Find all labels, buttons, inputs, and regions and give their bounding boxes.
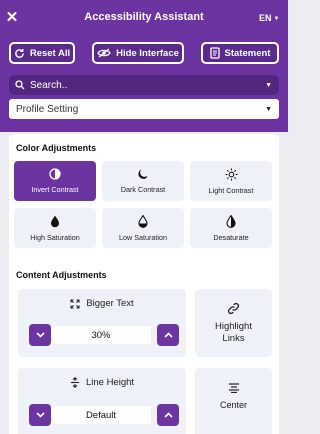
line-height-icon — [70, 377, 79, 388]
align-center-icon — [228, 383, 239, 393]
language-selector[interactable]: EN ▼ — [259, 13, 279, 23]
bigger-text-card: Bigger Text 30% — [18, 289, 186, 357]
half-drop-icon — [226, 214, 236, 228]
invert-contrast-label: Invert Contrast — [31, 185, 79, 194]
decrease-text-button[interactable] — [29, 324, 51, 346]
invert-contrast-tile[interactable]: Invert Contrast — [14, 161, 96, 201]
increase-text-button[interactable] — [157, 324, 179, 346]
bigger-text-label: Bigger Text — [86, 298, 134, 309]
line-height-label: Line Height — [85, 377, 135, 388]
document-icon — [209, 47, 220, 59]
settings-panel: Color Adjustments Invert Contrast Dark C… — [9, 134, 279, 434]
chevron-up-icon — [163, 412, 173, 418]
line-height-value: Default — [51, 406, 151, 424]
high-saturation-label: High Saturation — [30, 232, 80, 242]
drop-filled-icon — [51, 215, 59, 227]
search-input[interactable]: Search.. ▼ — [9, 75, 279, 95]
chevron-down-icon — [35, 412, 45, 418]
center-label: Center — [219, 400, 247, 410]
drop-half-icon — [138, 214, 148, 228]
light-contrast-tile[interactable]: Light Contrast — [190, 161, 272, 201]
search-icon — [15, 80, 25, 90]
statement-button[interactable]: Statement — [201, 42, 279, 64]
increase-line-height-button[interactable] — [157, 404, 179, 426]
highlight-links-tile[interactable]: Highlight Links — [195, 289, 272, 357]
chevron-down-icon — [35, 332, 45, 338]
chevron-down-icon: ▼ — [265, 105, 272, 113]
high-saturation-tile[interactable]: High Saturation — [14, 208, 96, 248]
highlight-links-label-line1: Highlight — [215, 320, 252, 332]
highlight-links-label-line2: Links — [222, 332, 245, 344]
light-contrast-label: Light Contrast — [208, 185, 254, 195]
decrease-line-height-button[interactable] — [29, 404, 51, 426]
search-placeholder: Search.. — [30, 79, 68, 91]
eye-off-icon — [97, 48, 111, 58]
low-saturation-tile[interactable]: Low Saturation — [102, 208, 184, 248]
header-bar: ✕ Accessibility Assistant EN ▼ Reset All … — [0, 0, 288, 132]
chevron-down-icon[interactable]: ▼ — [265, 82, 272, 89]
profile-select-value: Profile Setting — [16, 103, 79, 115]
sun-icon — [224, 167, 238, 181]
close-icon[interactable]: ✕ — [5, 10, 19, 26]
reset-all-label: Reset All — [29, 47, 71, 59]
content-adjustments-heading: Content Adjustments — [16, 270, 107, 280]
desaturate-tile[interactable]: Desaturate — [190, 208, 272, 248]
hide-interface-label: Hide Interface — [116, 47, 179, 59]
dark-contrast-label: Dark Contrast — [120, 185, 166, 194]
refresh-icon — [15, 48, 24, 58]
half-circle-icon — [49, 168, 61, 180]
caret-down-icon: ▼ — [273, 15, 280, 22]
low-saturation-label: Low Saturation — [119, 232, 167, 242]
chevron-up-icon — [163, 332, 173, 338]
hide-interface-button[interactable]: Hide Interface — [92, 42, 184, 64]
dark-contrast-tile[interactable]: Dark Contrast — [102, 161, 184, 201]
reset-all-button[interactable]: Reset All — [9, 42, 75, 64]
expand-icon — [70, 298, 80, 309]
language-code: EN — [259, 13, 272, 23]
bigger-text-value: 30% — [51, 326, 151, 344]
desaturate-label: Desaturate — [213, 232, 249, 242]
moon-icon — [138, 169, 148, 179]
profile-select[interactable]: Profile Setting ▼ — [9, 99, 279, 119]
center-align-tile[interactable]: Center — [195, 368, 272, 434]
statement-label: Statement — [224, 47, 271, 59]
link-icon — [227, 302, 240, 314]
line-height-card: Line Height Default — [18, 368, 186, 434]
color-adjustments-heading: Color Adjustments — [16, 143, 97, 153]
app-title: Accessibility Assistant — [84, 11, 204, 23]
